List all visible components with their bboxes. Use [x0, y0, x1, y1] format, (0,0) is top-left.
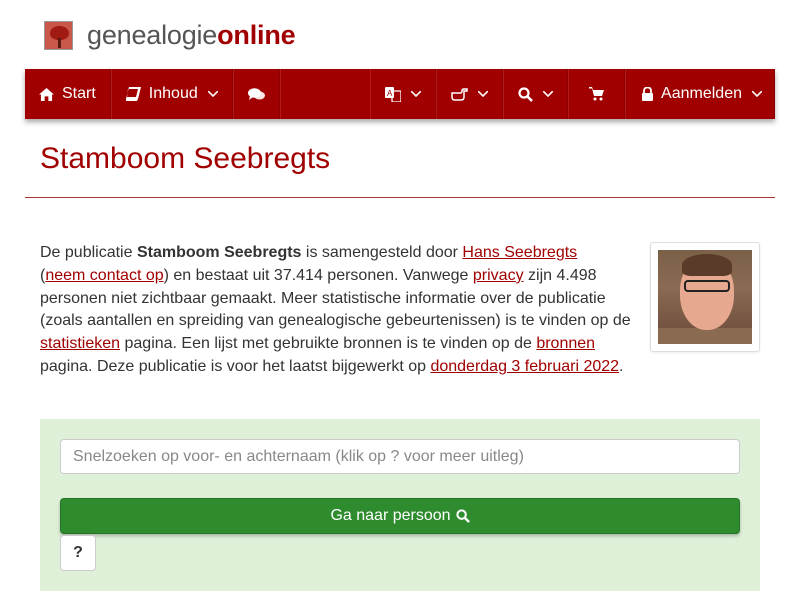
intro-text: De publicatie — [40, 244, 137, 261]
nav-forum[interactable] — [232, 69, 280, 119]
privacy-link[interactable]: privacy — [473, 267, 524, 284]
intro-text: . — [619, 357, 624, 375]
intro-text: pagina. Deze publicatie is voor het laat… — [40, 357, 431, 375]
tree-icon — [44, 20, 73, 50]
quick-search-input[interactable] — [60, 439, 740, 474]
nav-search[interactable] — [503, 69, 569, 119]
go-to-person-button[interactable]: Ga naar persoon — [60, 498, 740, 534]
brand-name: genealogieonline — [87, 19, 296, 50]
last-updated-link[interactable]: donderdag 3 februari 2022 — [430, 358, 619, 375]
hand-pointer-icon — [451, 87, 468, 101]
contact-link[interactable]: neem contact op — [45, 267, 163, 284]
nav-spacer — [279, 69, 370, 119]
chevron-down-icon — [207, 91, 218, 97]
main-navbar: Start Inhoud A Aanmelden — [25, 69, 775, 119]
cart-icon — [589, 87, 605, 101]
home-icon — [39, 87, 54, 101]
intro-text: is samengesteld door — [301, 244, 463, 261]
chevron-down-icon — [752, 91, 762, 97]
chevron-down-icon — [411, 91, 422, 97]
nav-login-label: Aanmelden — [661, 85, 742, 102]
comments-icon — [247, 87, 265, 100]
chevron-down-icon — [543, 91, 554, 97]
search-icon — [518, 86, 533, 102]
statistics-link[interactable]: statistieken — [40, 335, 120, 352]
intro-text: pagina. Een lijst met gebruikte bronnen … — [120, 335, 537, 353]
nav-share[interactable] — [436, 69, 504, 119]
nav-shop[interactable] — [568, 69, 626, 119]
nav-content-label: Inhoud — [148, 85, 198, 102]
lock-icon — [642, 87, 654, 101]
search-help-button[interactable]: ? — [60, 535, 96, 571]
title-divider — [25, 197, 775, 198]
svg-text:A: A — [387, 89, 393, 98]
nav-start[interactable]: Start — [25, 69, 111, 119]
intro-text: ) en bestaat uit 37.414 personen. Vanweg… — [163, 266, 473, 284]
search-icon — [455, 509, 470, 523]
page-title: Stamboom Seebregts — [40, 142, 331, 175]
go-to-person-label: Ga naar persoon — [330, 507, 451, 524]
nav-start-label: Start — [62, 85, 96, 102]
language-icon: A — [385, 86, 402, 102]
quick-search-panel: Ga naar persoon ? — [40, 419, 760, 591]
intro-paragraph: De publicatie Stamboom Seebregts is same… — [40, 242, 640, 379]
publication-name: Stamboom Seebregts — [136, 244, 302, 261]
author-portrait-image — [658, 250, 752, 344]
nav-content[interactable]: Inhoud — [110, 69, 233, 119]
sources-link[interactable]: bronnen — [536, 335, 595, 352]
chevron-down-icon — [478, 91, 489, 97]
book-icon — [125, 87, 141, 101]
nav-language[interactable]: A — [370, 69, 437, 119]
site-logo[interactable]: genealogieonline — [44, 18, 296, 52]
nav-login[interactable]: Aanmelden — [625, 69, 775, 119]
author-photo[interactable] — [650, 242, 760, 352]
author-link[interactable]: Hans Seebregts — [462, 244, 577, 261]
